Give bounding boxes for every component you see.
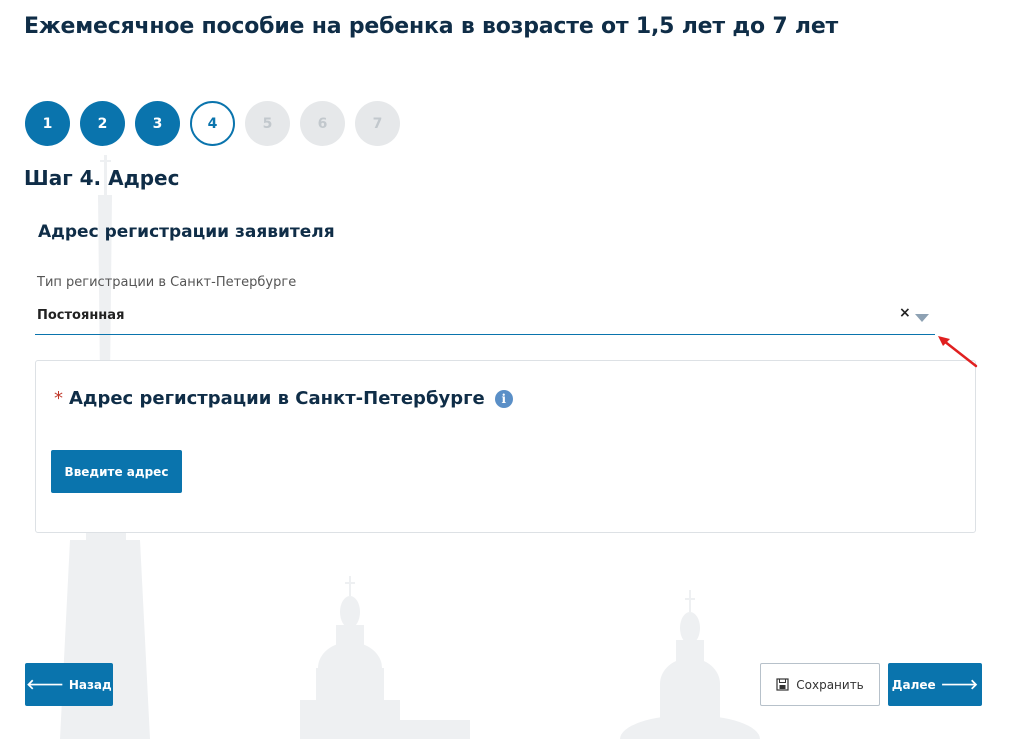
step-indicator: 1 2 3 4 5 6 7 (25, 101, 400, 146)
step-3[interactable]: 3 (135, 101, 180, 146)
caret-down-icon[interactable] (915, 314, 929, 322)
step-1[interactable]: 1 (25, 101, 70, 146)
step-2[interactable]: 2 (80, 101, 125, 146)
annotation-arrow-icon (938, 336, 978, 368)
address-heading-text: Адрес регистрации в Санкт-Петербурге (69, 388, 485, 409)
step-title: Шаг 4. Адрес (24, 166, 180, 190)
registration-type-label: Тип регистрации в Санкт-Петербурге (37, 275, 297, 290)
address-heading: * Адрес регистрации в Санкт-Петербурге i (54, 388, 513, 409)
registration-type-value: Постоянная (37, 308, 125, 323)
next-button-label: Далее (891, 677, 936, 692)
back-button[interactable]: 🡐 Назад (25, 663, 113, 706)
next-button[interactable]: Далее 🡒 (888, 663, 982, 706)
required-mark: * (54, 388, 63, 409)
floppy-disk-icon (776, 678, 789, 691)
save-button[interactable]: Сохранить (760, 663, 880, 706)
step-7: 7 (355, 101, 400, 146)
section-title: Адрес регистрации заявителя (38, 222, 335, 242)
step-5: 5 (245, 101, 290, 146)
save-button-label: Сохранить (796, 677, 864, 692)
step-4-current[interactable]: 4 (190, 101, 235, 146)
info-icon[interactable]: i (494, 389, 513, 408)
enter-address-button[interactable]: Введите адрес (51, 450, 182, 493)
registration-type-select[interactable]: Постоянная × (35, 303, 935, 335)
page-title: Ежемесячное пособие на ребенка в возраст… (24, 14, 839, 39)
clear-icon[interactable]: × (899, 305, 911, 321)
arrow-left-icon: 🡐 (26, 676, 64, 693)
address-card: * Адрес регистрации в Санкт-Петербурге i… (35, 360, 976, 533)
back-button-label: Назад (68, 677, 112, 692)
arrow-right-icon: 🡒 (940, 676, 979, 693)
step-6: 6 (300, 101, 345, 146)
